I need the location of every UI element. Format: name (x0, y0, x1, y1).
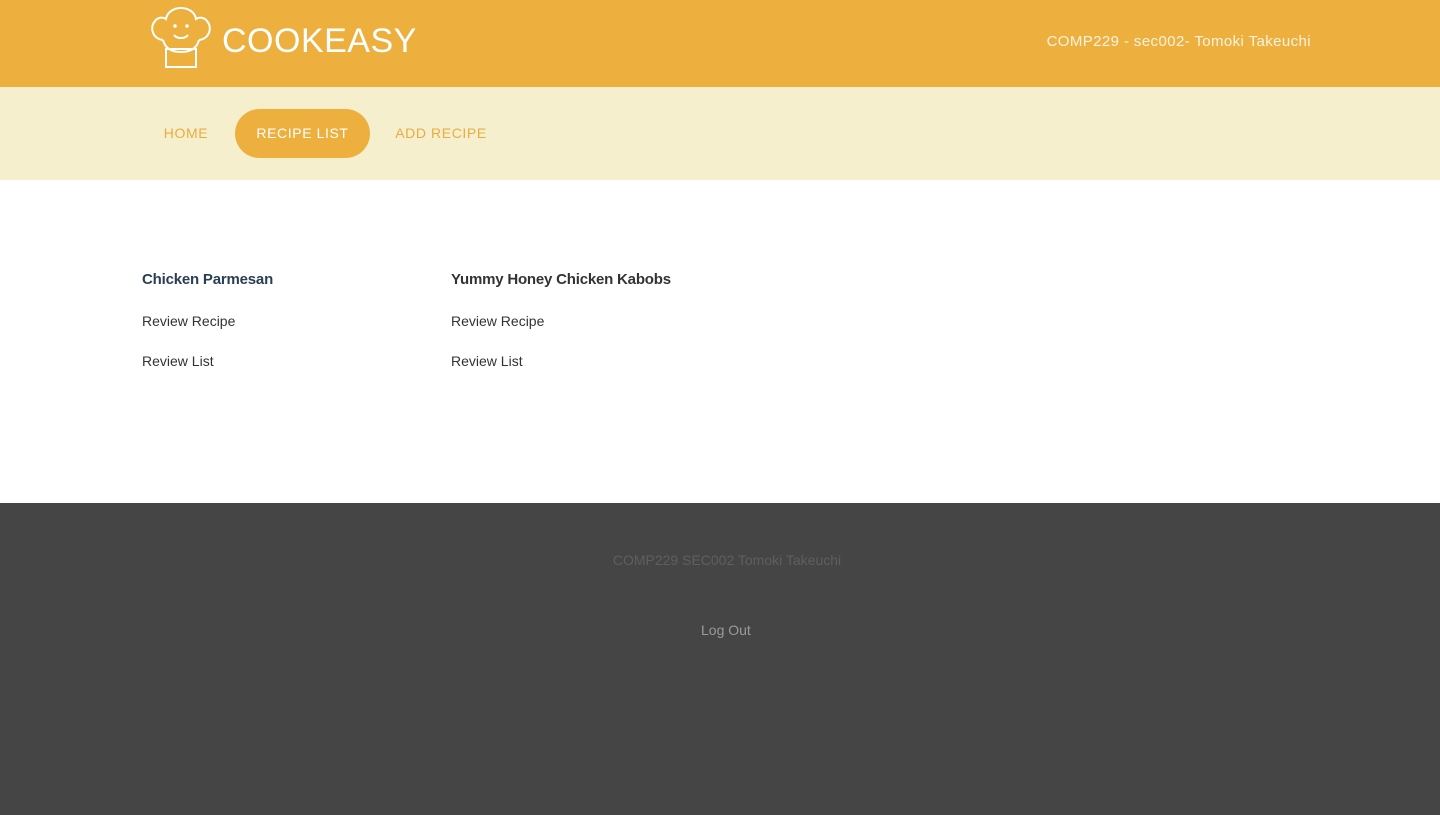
footer-credit: COMP229 SEC002 Tomoki Takeuchi (612, 552, 842, 568)
review-recipe-link[interactable]: Review Recipe (142, 312, 273, 330)
main-nav: HOME RECIPE LIST ADD RECIPE (0, 87, 1440, 180)
logout-link[interactable]: Log Out (701, 621, 751, 639)
review-list-link[interactable]: Review List (451, 352, 671, 370)
recipe-title: Yummy Honey Chicken Kabobs (451, 271, 671, 288)
recipe-card: Chicken Parmesan Review Recipe Review Li… (142, 270, 273, 370)
review-list-link[interactable]: Review List (142, 352, 273, 370)
nav-recipe-list[interactable]: RECIPE LIST (235, 109, 370, 158)
site-footer: COMP229 SEC002 Tomoki Takeuchi Log Out (0, 503, 1440, 815)
brand-title[interactable]: COOKEASY (222, 21, 417, 61)
chef-hat-icon[interactable] (149, 6, 213, 70)
course-info: COMP229 - sec002- Tomoki Takeuchi (1046, 33, 1311, 50)
site-header: COOKEASY COMP229 - sec002- Tomoki Takeuc… (0, 0, 1440, 87)
nav-home[interactable]: HOME (148, 109, 224, 158)
review-recipe-link[interactable]: Review Recipe (451, 312, 671, 330)
nav-add-recipe[interactable]: ADD RECIPE (380, 109, 502, 158)
recipe-card: Yummy Honey Chicken Kabobs Review Recipe… (451, 270, 671, 370)
recipe-title: Chicken Parmesan (142, 271, 274, 288)
